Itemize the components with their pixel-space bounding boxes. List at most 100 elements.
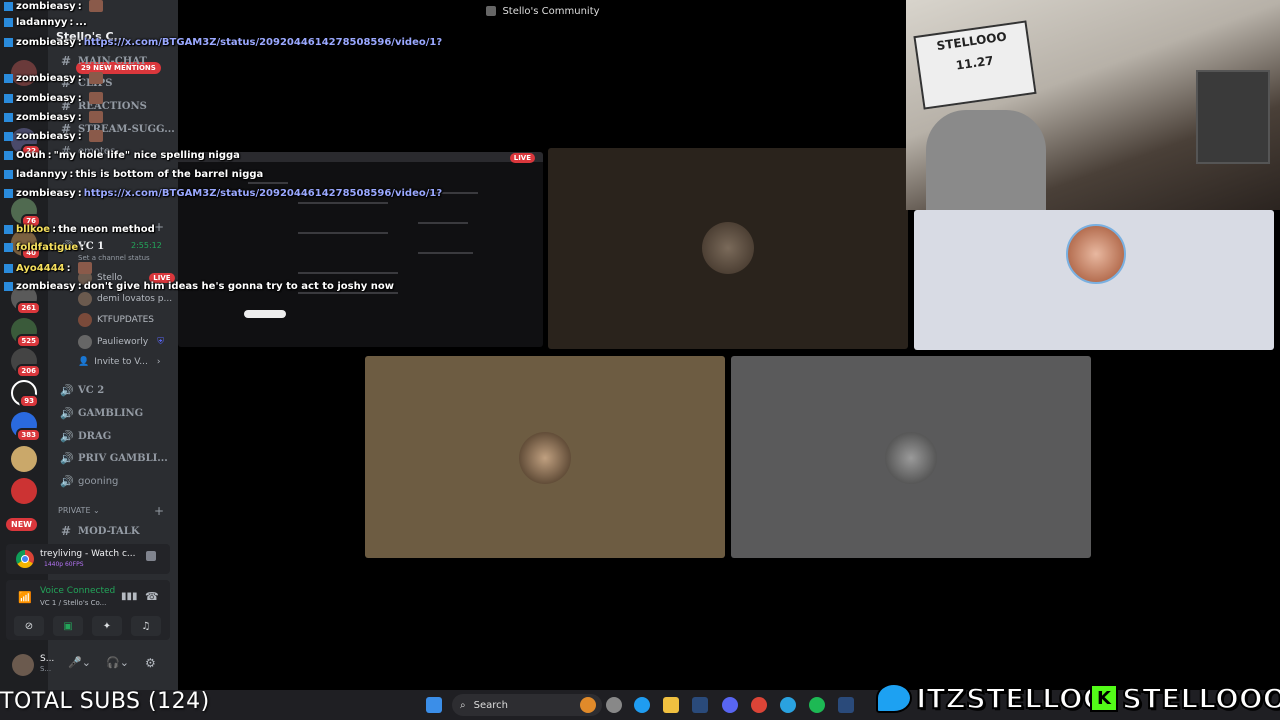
chat-username: zombieasy <box>16 92 76 104</box>
total-subs: TOTAL SUBS (124) <box>0 689 210 714</box>
webcam-sign: STELLOOO 11.27 <box>913 20 1037 110</box>
soundboard-button[interactable]: ♫ <box>131 616 161 636</box>
file-explorer-icon[interactable] <box>663 697 679 713</box>
hash-icon: # <box>60 524 72 538</box>
server-icon-6[interactable]: 525 <box>11 318 41 348</box>
new-badge[interactable]: NEW <box>6 518 37 531</box>
disconnect-icon[interactable]: ☎ <box>145 590 159 603</box>
spotify-icon[interactable] <box>809 697 825 713</box>
soundboard-icon[interactable]: ▮▮▮ <box>121 591 138 602</box>
category-private[interactable]: PRIVATE ⌄ <box>58 506 100 515</box>
platform-icon <box>4 189 13 198</box>
user-name[interactable]: S... <box>40 654 54 664</box>
channel-drag[interactable]: 🔊 DRAG <box>60 430 111 443</box>
soundboard-icon: ♫ <box>141 620 151 632</box>
monitor <box>1196 70 1270 164</box>
channel-vc2[interactable]: 🔊 VC 2 <box>60 384 104 397</box>
platform-icon <box>4 38 13 47</box>
chat-username: zombieasy <box>16 111 76 123</box>
edge-icon[interactable] <box>634 697 650 713</box>
channel-mod-talk[interactable]: # MOD-TALK <box>60 524 140 538</box>
vc1-timer: 2:55:12 <box>131 241 162 250</box>
webcam-feed: STELLOOO 11.27 <box>906 0 1280 210</box>
screen-share-icon: ▣ <box>63 620 73 632</box>
mention-badge: 206 <box>16 364 41 378</box>
participant-tile-3[interactable] <box>365 356 725 558</box>
chat-message: ladannyy : ... <box>4 17 87 28</box>
vc1-status[interactable]: Set a channel status <box>78 254 150 262</box>
twitter-handle: ITZSTELLOO <box>876 680 1108 716</box>
chat-text: https://x.com/BTGAM3Z/status/20920446142… <box>83 37 443 48</box>
steam-icon[interactable] <box>692 697 708 713</box>
mention-badge: 383 <box>16 428 41 442</box>
signal-icon: 📶 <box>18 591 32 604</box>
close-icon[interactable] <box>146 551 156 561</box>
telegram-icon[interactable] <box>780 697 796 713</box>
chat-message: zombieasy : don't give him ideas he's go… <box>4 281 394 292</box>
streamer <box>926 110 1046 210</box>
platform-icon <box>4 263 13 273</box>
server-icon-3[interactable]: 76 <box>11 198 41 228</box>
add-channel-icon[interactable]: + <box>154 504 164 518</box>
chat-username: bllkoe <box>16 224 51 235</box>
voice-location[interactable]: VC 1 / Stello's Co... <box>40 599 106 607</box>
chat-username: zombieasy <box>16 0 76 12</box>
server-icon <box>486 6 497 16</box>
participant-tile-4[interactable] <box>731 356 1091 558</box>
live-badge: LIVE <box>509 153 535 163</box>
server-icon-9[interactable]: 383 <box>11 412 41 442</box>
user-avatar[interactable] <box>12 654 34 676</box>
avatar <box>78 292 92 306</box>
participant-avatar <box>1066 224 1126 284</box>
channel-priv-gambling[interactable]: 🔊 PRIV GAMBLI... <box>60 452 168 465</box>
voice-status[interactable]: Voice Connected <box>40 586 115 596</box>
camera-off-button[interactable]: ⊘ <box>14 616 44 636</box>
chat-message: Oouh : "my hole life" nice spelling nigg… <box>4 150 240 161</box>
add-channel-icon[interactable]: + <box>154 220 164 234</box>
camera-off-icon: ⊘ <box>24 620 34 632</box>
invite-to-voice[interactable]: 👤 Invite to V... › <box>78 357 160 367</box>
steam-icon-2[interactable] <box>838 697 854 713</box>
gear-icon[interactable]: ⚙ <box>145 656 156 670</box>
vc-user-ktfupdates[interactable]: KTFUPDATES <box>78 313 154 327</box>
settings-icon[interactable] <box>606 697 622 713</box>
platform-icon <box>4 112 13 122</box>
vc-user-paulieworly[interactable]: Paulieworly ⛨ <box>78 335 164 349</box>
emote-image <box>88 0 103 12</box>
headphones-icon[interactable]: 🎧⌄ <box>106 656 129 669</box>
channel-gambling[interactable]: 🔊 GAMBLING <box>60 407 143 420</box>
channel-main-chat[interactable]: # MAIN-CHAT <box>60 54 147 68</box>
platform-icon <box>4 73 13 83</box>
mention-badge: 525 <box>16 334 41 348</box>
chat-username: Oouh <box>16 150 46 161</box>
screen-share-button[interactable]: ▣ <box>53 616 83 636</box>
discord-icon[interactable] <box>722 697 738 713</box>
server-icon-8[interactable]: 93 <box>11 380 39 408</box>
window-title-bar: Stello's Community <box>178 0 908 22</box>
chat-message: Ayo4444 : <box>4 262 92 274</box>
server-icon-7[interactable]: 206 <box>11 348 41 378</box>
participant-tile-2[interactable] <box>914 210 1274 350</box>
chat-text: "my hole life" nice spelling nigga <box>53 150 240 161</box>
participant-tile-1[interactable] <box>548 148 908 349</box>
platform-icon <box>4 243 13 252</box>
chat-username: zombieasy <box>16 72 76 84</box>
activities-icon: ✦ <box>102 620 112 632</box>
chat-text: this is bottom of the barrel nigga <box>75 169 264 180</box>
chat-username: zombieasy <box>16 37 76 48</box>
mention-badge: 261 <box>16 301 41 315</box>
channel-gooning[interactable]: 🔊 gooning <box>60 475 118 488</box>
screen-share-tile[interactable]: LIVE <box>178 152 543 347</box>
vc-user-demi[interactable]: demi lovatos p... <box>78 292 172 306</box>
server-icon-11[interactable] <box>11 478 37 504</box>
chat-text: don't give him ideas he's gonna try to a… <box>83 281 394 292</box>
activities-button[interactable]: ✦ <box>92 616 122 636</box>
chat-text: https://x.com/BTGAM3Z/status/20920446142… <box>83 188 443 199</box>
emote-image <box>88 130 103 142</box>
windows-start-icon[interactable] <box>426 697 442 713</box>
chrome-icon <box>16 550 34 568</box>
microphone-icon[interactable]: 🎤⌄ <box>68 656 91 669</box>
chrome-taskbar-icon[interactable] <box>751 697 767 713</box>
server-icon-10[interactable] <box>11 446 37 472</box>
widgets-icon[interactable] <box>580 697 596 713</box>
